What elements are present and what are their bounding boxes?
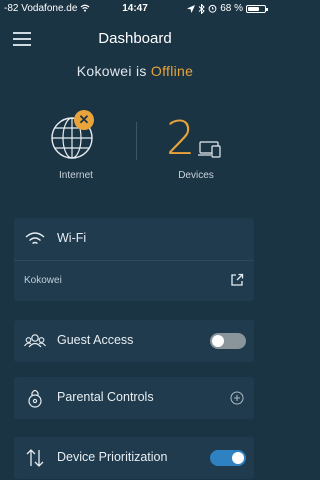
- devices-count-row: 2: [166, 108, 226, 164]
- device-prioritization-title: Device Prioritization: [57, 450, 168, 464]
- alarm-icon: [208, 4, 217, 13]
- location-icon: [187, 4, 196, 13]
- lock-icon: [28, 389, 42, 408]
- device-prioritization-card: Device Prioritization: [14, 437, 254, 479]
- toggle-knob: [232, 452, 244, 464]
- status-indicators: 68 %: [187, 3, 268, 14]
- wifi-network-name: Kokowei: [24, 275, 62, 286]
- parental-controls-row[interactable]: Parental Controls: [14, 377, 254, 419]
- network-status-value: Offline: [150, 63, 194, 79]
- device-prioritization-toggle[interactable]: [210, 450, 246, 466]
- parental-controls-title: Parental Controls: [57, 390, 154, 404]
- wifi-header[interactable]: Wi-Fi: [14, 218, 254, 260]
- devices-status[interactable]: 2 Devices: [166, 108, 226, 181]
- internet-label: Internet: [59, 170, 93, 181]
- wifi-card: Wi-Fi Kokowei: [14, 218, 254, 301]
- external-link-icon[interactable]: [230, 273, 244, 287]
- guest-access-row[interactable]: Guest Access: [14, 320, 254, 362]
- add-circle-icon[interactable]: [230, 391, 244, 405]
- network-status-connector: is: [136, 63, 147, 79]
- guest-access-toggle[interactable]: [210, 333, 246, 349]
- guest-access-title: Guest Access: [57, 333, 134, 347]
- devices-label: Devices: [178, 170, 214, 181]
- page-title: Dashboard: [98, 30, 172, 47]
- devices-icon: [198, 141, 221, 158]
- device-prioritization-row[interactable]: Device Prioritization: [14, 437, 254, 479]
- internet-status[interactable]: ✕ Internet: [44, 108, 108, 181]
- parental-controls-card: Parental Controls: [14, 377, 254, 419]
- battery-fill: [248, 6, 259, 11]
- status-divider: [136, 122, 137, 160]
- wifi-title: Wi-Fi: [57, 231, 87, 245]
- status-bar: -82 Vodafone.de 14:47 68 %: [0, 0, 270, 18]
- guest-users-icon: [24, 334, 46, 348]
- wifi-icon: [25, 232, 45, 245]
- toggle-knob: [212, 335, 224, 347]
- battery-percent: 68 %: [220, 3, 243, 14]
- network-status: Kokowei is Offline: [0, 63, 270, 79]
- priority-arrows-icon: [26, 449, 44, 467]
- globe-container: ✕: [48, 108, 104, 164]
- bluetooth-icon: [198, 3, 205, 14]
- devices-count: 2: [166, 111, 196, 165]
- guest-access-card: Guest Access: [14, 320, 254, 362]
- wifi-network-row[interactable]: Kokowei: [14, 261, 254, 301]
- error-badge-icon: ✕: [74, 110, 94, 130]
- battery-icon: [246, 4, 268, 13]
- network-name: Kokowei: [76, 63, 132, 79]
